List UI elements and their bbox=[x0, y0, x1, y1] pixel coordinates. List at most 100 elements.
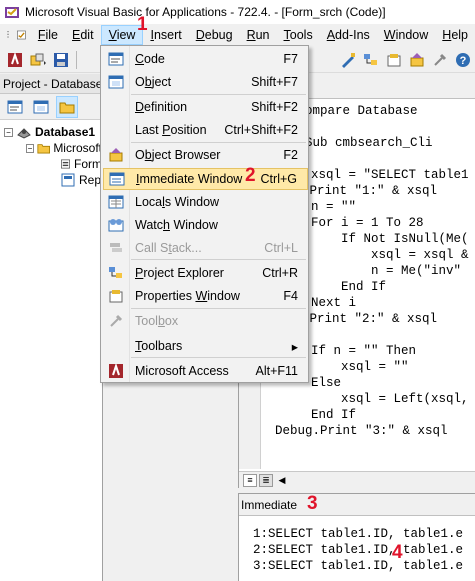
menu-item-shortcut: Ctrl+G bbox=[260, 172, 297, 186]
svg-text:?: ? bbox=[460, 55, 467, 67]
help-button[interactable]: ? bbox=[452, 49, 474, 71]
vba-project-icon bbox=[17, 128, 31, 139]
menu-run[interactable]: Run bbox=[240, 25, 277, 45]
code-line[interactable]: Debug.Print "3:" & xsql bbox=[263, 423, 475, 439]
menu-icon-slot bbox=[103, 96, 129, 118]
menu-item-immediate-window[interactable]: Immediate Window Ctrl+G bbox=[103, 168, 308, 190]
menu-item-label: Definition bbox=[135, 100, 188, 114]
project-panel-toolbar bbox=[0, 94, 102, 120]
menu-help[interactable]: Help bbox=[435, 25, 475, 45]
window-title: Microsoft Visual Basic for Applications … bbox=[25, 5, 386, 19]
folder-icon bbox=[37, 144, 50, 154]
vba-document-icon[interactable] bbox=[16, 27, 27, 43]
immediate-line[interactable]: 2:SELECT table1.ID, table1.e bbox=[253, 542, 463, 558]
menu-debug[interactable]: Debug bbox=[189, 25, 240, 45]
form-module-icon bbox=[61, 159, 70, 169]
immediate-window-icon bbox=[104, 168, 130, 190]
access-icon bbox=[103, 360, 129, 382]
immediate-line[interactable]: 3:SELECT table1.ID, table1.e bbox=[253, 558, 463, 574]
locals-window-icon bbox=[103, 191, 129, 213]
insert-button[interactable] bbox=[27, 49, 49, 71]
menu-label: nsert bbox=[153, 28, 182, 42]
properties-button[interactable] bbox=[383, 49, 405, 71]
menu-item-shortcut: Shift+F7 bbox=[251, 75, 298, 89]
tree-node-form[interactable]: Form bbox=[0, 156, 102, 172]
project-explorer-button[interactable] bbox=[360, 49, 382, 71]
menu-window[interactable]: Window bbox=[377, 25, 435, 45]
annotation-marker: 4 bbox=[392, 542, 403, 563]
menu-mnemonic: R bbox=[246, 28, 256, 42]
collapse-icon[interactable]: − bbox=[4, 127, 13, 137]
menu-edit[interactable]: Edit bbox=[65, 25, 101, 45]
scroll-left-icon[interactable]: ◀ bbox=[275, 474, 289, 487]
menu-item-locals-window[interactable]: Locals Window bbox=[103, 191, 308, 213]
menu-item-shortcut: Ctrl+R bbox=[262, 266, 298, 280]
view-menu-dropdown: Code F7 Object Shift+F7 Definition Shift+F2 La… bbox=[100, 45, 309, 383]
menu-item-shortcut: Alt+F11 bbox=[255, 364, 299, 378]
tree-node-database[interactable]: − Database1 bbox=[0, 124, 102, 140]
full-module-view-icon[interactable]: ≣ bbox=[259, 473, 273, 487]
save-button[interactable] bbox=[50, 49, 72, 71]
menu-item-watch-window[interactable]: Watch Window bbox=[103, 214, 308, 236]
toolbox-button[interactable] bbox=[429, 49, 451, 71]
object-browser-icon bbox=[103, 144, 129, 166]
view-object-button[interactable] bbox=[30, 96, 52, 118]
immediate-output[interactable]: 1:SELECT table1.ID, table1.e 2:SELECT tab… bbox=[253, 526, 463, 574]
menu-item-object-browser[interactable]: Object Browser F2 bbox=[103, 144, 308, 166]
menu-tools[interactable]: Tools bbox=[277, 25, 320, 45]
object-icon bbox=[103, 71, 129, 93]
menu-item-code[interactable]: Code F7 bbox=[103, 48, 308, 70]
menu-item-label: Watch Window bbox=[135, 218, 218, 232]
immediate-line[interactable]: 1:SELECT table1.ID, table1.e bbox=[253, 526, 463, 542]
project-tree: − Database1 − Microsoft Form Rep bbox=[0, 120, 102, 188]
properties-window-icon bbox=[103, 285, 129, 307]
view-access-button[interactable] bbox=[4, 49, 26, 71]
watch-window-icon bbox=[103, 214, 129, 236]
code-line[interactable]: xsql = Left(xsql, bbox=[263, 391, 475, 407]
menu-mnemonic: V bbox=[108, 28, 117, 42]
code-horizontal-scrollbar[interactable]: ≡ ≣ ◀ bbox=[239, 471, 475, 488]
menu-insert[interactable]: Insert bbox=[143, 25, 188, 45]
menu-item-toolbars[interactable]: Toolbars ▸ bbox=[103, 335, 308, 357]
menu-label: dd-Ins bbox=[335, 28, 370, 42]
menu-item-definition[interactable]: Definition Shift+F2 bbox=[103, 96, 308, 118]
menu-item-call-stack: Call Stack... Ctrl+L bbox=[103, 237, 308, 259]
access-icon bbox=[8, 51, 22, 67]
tree-node-microsoft[interactable]: − Microsoft bbox=[0, 140, 102, 156]
menu-item-microsoft-access[interactable]: Microsoft Access Alt+F11 bbox=[103, 360, 308, 382]
menu-mnemonic: W bbox=[383, 28, 396, 42]
annotation-marker: 2 bbox=[245, 165, 256, 186]
procedure-view-icon[interactable]: ≡ bbox=[243, 473, 257, 487]
menu-item-object[interactable]: Object Shift+F7 bbox=[103, 71, 308, 93]
menu-mnemonic: F bbox=[37, 28, 46, 42]
view-code-button[interactable] bbox=[4, 96, 26, 118]
menu-file[interactable]: File bbox=[31, 25, 65, 45]
menu-item-label: Object Browser bbox=[135, 148, 221, 162]
menu-separator bbox=[131, 357, 306, 358]
menu-label: ile bbox=[45, 28, 59, 42]
menu-item-last-position[interactable]: Last Position Ctrl+Shift+F2 bbox=[103, 119, 308, 141]
menu-item-project-explorer[interactable]: Project Explorer Ctrl+R bbox=[103, 262, 308, 284]
immediate-window-title: Immediate bbox=[239, 494, 475, 516]
toolbox-icon bbox=[434, 53, 447, 66]
menu-separator bbox=[131, 308, 306, 309]
menu-item-label: Toolbox bbox=[135, 314, 179, 328]
menu-item-label: Code bbox=[135, 52, 165, 66]
menu-item-label: Locals Window bbox=[135, 195, 220, 209]
menubar-grip-icon[interactable] bbox=[6, 27, 14, 43]
menu-add-ins[interactable]: Add-Ins bbox=[320, 25, 377, 45]
object-browser-button[interactable] bbox=[406, 49, 428, 71]
menu-item-shortcut: F7 bbox=[283, 52, 298, 66]
menu-mnemonic: A bbox=[326, 28, 336, 42]
annotation-marker: 3 bbox=[307, 493, 318, 514]
immediate-window[interactable]: Immediate 1:SELECT table1.ID, table1.e 2:… bbox=[238, 493, 475, 581]
toggle-folders-button[interactable] bbox=[56, 95, 78, 118]
code-line[interactable]: End If bbox=[263, 407, 475, 423]
tree-label: Rep bbox=[79, 173, 102, 187]
menu-item-shortcut: Ctrl+L bbox=[264, 241, 298, 255]
collapse-icon[interactable]: − bbox=[26, 143, 34, 153]
design-mode-button[interactable] bbox=[337, 49, 359, 71]
tree-label: Microsoft bbox=[53, 141, 102, 155]
menu-item-properties-window[interactable]: Properties Window F4 bbox=[103, 285, 308, 307]
tree-node-report[interactable]: Rep bbox=[0, 172, 102, 188]
